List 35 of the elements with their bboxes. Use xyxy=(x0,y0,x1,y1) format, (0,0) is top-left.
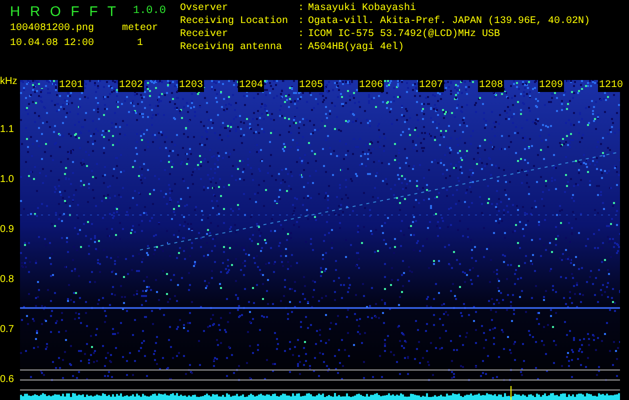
counter-label: meteor xyxy=(120,22,159,35)
axis-label: 0.8 xyxy=(0,274,14,285)
info-label: Receiving antenna xyxy=(180,41,284,54)
time-label: 1208 xyxy=(478,80,504,92)
time-label: 1203 xyxy=(178,80,204,92)
info-separator: : xyxy=(298,15,306,28)
time-label: 1202 xyxy=(118,80,144,92)
version-label: 1.0.0 xyxy=(132,5,166,17)
info-value: A504HB(yagi 4el) xyxy=(308,41,406,54)
app-title: H R O F F T xyxy=(10,3,119,19)
axis-label: 1.0 xyxy=(0,174,14,185)
info-separator: : xyxy=(298,2,306,15)
time-label: 1207 xyxy=(418,80,444,92)
axis-label: 0.7 xyxy=(0,324,14,335)
axis-label: 0.6 xyxy=(0,374,14,385)
time-label: 1205 xyxy=(298,80,324,92)
info-value: Masayuki Kobayashi xyxy=(308,2,418,15)
file-name: 1004081200.png xyxy=(10,22,96,35)
axis-label: 0.9 xyxy=(0,224,14,235)
time-label: 1210 xyxy=(598,80,624,92)
date-time: 10.04.08 12:00 xyxy=(10,37,96,50)
time-label: 1209 xyxy=(538,80,564,92)
info-label: Receiving Location xyxy=(180,15,290,28)
time-label: 1206 xyxy=(358,80,384,92)
info-separator: : xyxy=(298,28,306,41)
time-label: 1201 xyxy=(58,80,84,92)
axis-label: 1.1 xyxy=(0,124,14,135)
info-value: Ogata-vill. Akita-Pref. JAPAN (139.96E, 40.02N) xyxy=(308,15,590,28)
info-label: Receiver xyxy=(180,28,230,41)
info-separator: : xyxy=(298,41,306,54)
info-value: ICOM IC-575 53.7492(@LCD)MHz USB xyxy=(308,28,502,41)
counter-value: 1 xyxy=(136,37,144,50)
info-label: Ovserver xyxy=(180,2,230,15)
time-label: 1204 xyxy=(238,80,264,92)
axis-unit: kHz xyxy=(0,76,18,87)
